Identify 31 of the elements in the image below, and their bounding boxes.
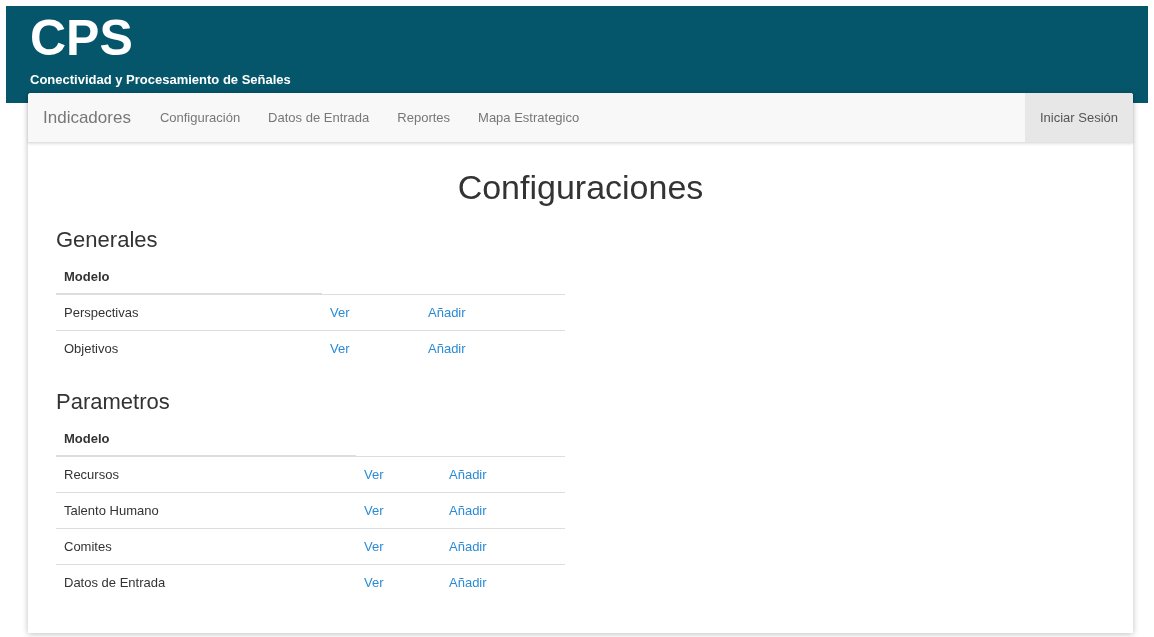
add-link[interactable]: Añadir bbox=[441, 464, 487, 485]
table-cell-text: Perspectivas bbox=[63, 303, 140, 322]
view-link[interactable]: Ver bbox=[322, 302, 420, 323]
nav-link[interactable]: Reportes bbox=[383, 93, 465, 142]
table-cell-text: Datos de Entrada bbox=[63, 574, 167, 593]
view-link[interactable]: Ver bbox=[356, 536, 441, 557]
view-link[interactable]: Ver bbox=[322, 339, 420, 359]
view-link[interactable]: Ver bbox=[356, 500, 441, 521]
section-heading: Parametros bbox=[56, 389, 171, 415]
nav-link[interactable]: Datos de Entrada bbox=[254, 93, 384, 142]
site-subtitle: Conectividad y Procesamiento de Señales bbox=[30, 72, 292, 88]
add-link[interactable]: Añadir bbox=[420, 302, 466, 323]
column-header: Modelo bbox=[64, 430, 110, 449]
column-header: Modelo bbox=[64, 268, 110, 287]
logo: CPS bbox=[30, 10, 134, 66]
view-link[interactable]: Ver bbox=[356, 573, 441, 593]
login-link[interactable]: Iniciar Sesión bbox=[1024, 93, 1133, 142]
add-link[interactable]: Añadir bbox=[441, 500, 487, 521]
nav-link[interactable]: Configuración bbox=[145, 93, 255, 142]
table-cell-text: Talento Humano bbox=[63, 501, 160, 520]
add-link[interactable]: Añadir bbox=[441, 536, 487, 557]
view-link[interactable]: Ver bbox=[356, 464, 441, 485]
table-cell-text: Comites bbox=[63, 537, 113, 556]
section-heading: Generales bbox=[56, 227, 159, 253]
table-cell-text: Objetivos bbox=[63, 340, 120, 359]
add-link[interactable]: Añadir bbox=[441, 573, 487, 593]
add-link[interactable]: Añadir bbox=[420, 339, 466, 359]
table-cell-text: Recursos bbox=[63, 465, 120, 484]
nav-link[interactable]: Mapa Estrategico bbox=[464, 93, 594, 142]
navbar-brand[interactable]: Indicadores bbox=[28, 104, 146, 131]
page-title: Configuraciones bbox=[456, 167, 705, 207]
